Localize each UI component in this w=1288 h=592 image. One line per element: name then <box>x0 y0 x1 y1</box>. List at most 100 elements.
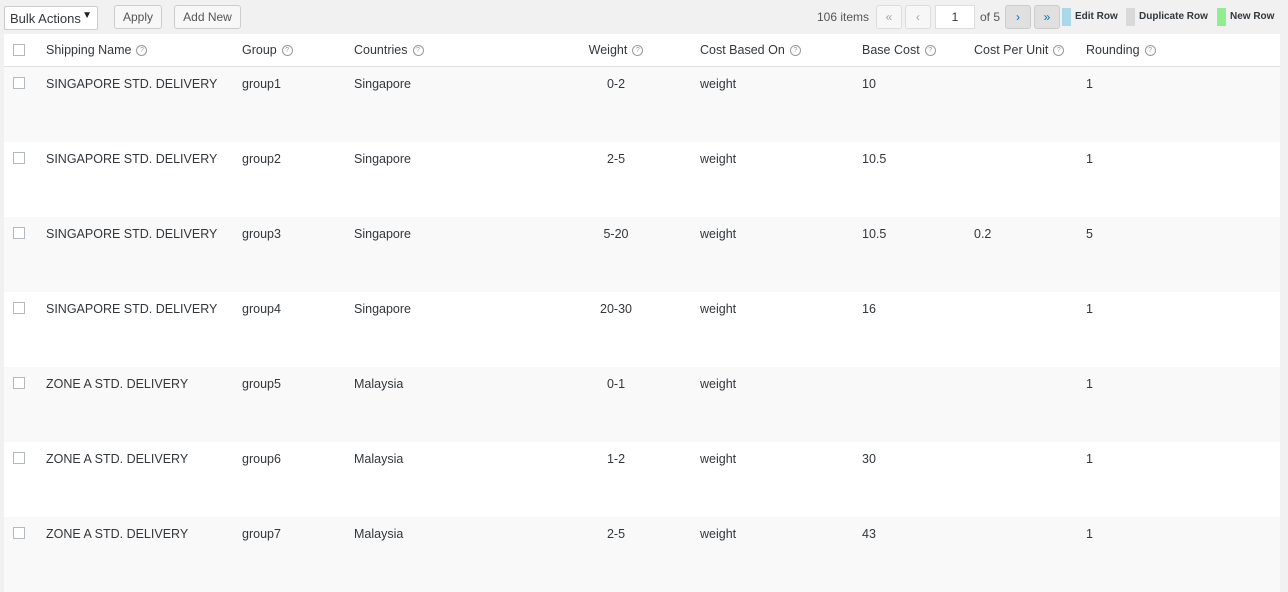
table-row[interactable]: SINGAPORE STD. DELIVERY group3 Singapore… <box>4 216 1280 292</box>
cost-per-unit-cell[interactable] <box>974 441 1086 517</box>
rounding-cell[interactable]: 1 <box>1086 141 1280 217</box>
cost-based-on-cell[interactable]: weight <box>700 516 862 592</box>
help-icon[interactable]: ? <box>632 44 644 56</box>
row-checkbox[interactable] <box>13 226 25 239</box>
countries-cell[interactable]: Singapore <box>354 66 532 142</box>
group-cell[interactable]: group3 <box>242 216 354 292</box>
group-cell[interactable]: group5 <box>242 366 354 442</box>
total-pages-label: of 5 <box>980 10 1001 24</box>
base-cost-header: Base Cost <box>862 42 920 57</box>
rounding-cell[interactable]: 1 <box>1086 441 1280 517</box>
cost-per-unit-cell[interactable] <box>974 516 1086 592</box>
col-countries[interactable]: Countries? <box>354 34 532 67</box>
rounding-cell[interactable]: 1 <box>1086 366 1280 442</box>
base-cost-cell[interactable]: 30 <box>862 441 974 517</box>
group-cell[interactable]: group6 <box>242 441 354 517</box>
col-cost-per-unit[interactable]: Cost Per Unit? <box>974 34 1086 67</box>
cost-per-unit-cell[interactable]: 0.2 <box>974 216 1086 292</box>
cost-per-unit-cell[interactable] <box>974 141 1086 217</box>
col-group[interactable]: Group? <box>242 34 354 67</box>
table-row[interactable]: SINGAPORE STD. DELIVERY group4 Singapore… <box>4 291 1280 367</box>
help-icon[interactable]: ? <box>1144 44 1156 56</box>
rounding-cell[interactable]: 1 <box>1086 291 1280 367</box>
row-checkbox[interactable] <box>13 451 25 464</box>
shipping-name-cell[interactable]: SINGAPORE STD. DELIVERY <box>46 216 242 292</box>
first-page-button[interactable]: « <box>876 5 902 29</box>
weight-cell[interactable]: 0-1 <box>532 366 700 442</box>
cost-per-unit-cell[interactable] <box>974 66 1086 142</box>
table-row[interactable]: ZONE A STD. DELIVERY group5 Malaysia 0-1… <box>4 366 1280 442</box>
shipping-name-cell[interactable]: ZONE A STD. DELIVERY <box>46 516 242 592</box>
table-row[interactable]: SINGAPORE STD. DELIVERY group1 Singapore… <box>4 66 1280 142</box>
help-icon[interactable]: ? <box>281 44 293 56</box>
countries-cell[interactable]: Singapore <box>354 291 532 367</box>
weight-cell[interactable]: 0-2 <box>532 66 700 142</box>
cost-based-on-cell[interactable]: weight <box>700 141 862 217</box>
countries-cell[interactable]: Malaysia <box>354 516 532 592</box>
help-icon[interactable]: ? <box>924 44 936 56</box>
select-all-cell <box>4 34 46 67</box>
weight-cell[interactable]: 20-30 <box>532 291 700 367</box>
col-cost-based-on[interactable]: Cost Based On? <box>700 34 862 67</box>
row-checkbox-cell <box>4 366 46 442</box>
base-cost-cell[interactable]: 16 <box>862 291 974 367</box>
base-cost-cell[interactable]: 10 <box>862 66 974 142</box>
cost-per-unit-cell[interactable] <box>974 291 1086 367</box>
prev-page-button[interactable]: ‹ <box>905 5 931 29</box>
row-checkbox[interactable] <box>13 151 25 164</box>
weight-cell[interactable]: 5-20 <box>532 216 700 292</box>
table-row[interactable]: ZONE A STD. DELIVERY group6 Malaysia 1-2… <box>4 441 1280 517</box>
help-icon[interactable]: ? <box>1053 44 1065 56</box>
select-all-checkbox[interactable] <box>13 44 25 56</box>
shipping-name-cell[interactable]: SINGAPORE STD. DELIVERY <box>46 291 242 367</box>
cost-per-unit-cell[interactable] <box>974 366 1086 442</box>
countries-cell[interactable]: Singapore <box>354 141 532 217</box>
bulk-actions-select[interactable]: Bulk Actions ▼ <box>4 6 98 30</box>
rounding-cell[interactable]: 1 <box>1086 516 1280 592</box>
row-checkbox[interactable] <box>13 77 25 89</box>
countries-cell[interactable]: Singapore <box>354 216 532 292</box>
shipping-name-cell[interactable]: SINGAPORE STD. DELIVERY <box>46 141 242 217</box>
table-row[interactable]: SINGAPORE STD. DELIVERY group2 Singapore… <box>4 141 1280 217</box>
row-checkbox[interactable] <box>13 301 25 314</box>
rounding-cell[interactable]: 1 <box>1086 66 1280 142</box>
col-rounding[interactable]: Rounding? <box>1086 34 1280 67</box>
countries-cell[interactable]: Malaysia <box>354 366 532 442</box>
cost-based-on-cell[interactable]: weight <box>700 66 862 142</box>
cost-based-on-cell[interactable]: weight <box>700 216 862 292</box>
duplicate-row-swatch <box>1126 8 1135 26</box>
group-cell[interactable]: group1 <box>242 66 354 142</box>
group-cell[interactable]: group7 <box>242 516 354 592</box>
help-icon[interactable]: ? <box>136 44 148 56</box>
help-icon[interactable]: ? <box>412 44 424 56</box>
next-page-button[interactable]: › <box>1005 5 1031 29</box>
cost-based-on-cell[interactable]: weight <box>700 291 862 367</box>
last-page-button[interactable]: » <box>1034 5 1060 29</box>
weight-cell[interactable]: 2-5 <box>532 141 700 217</box>
add-new-button[interactable]: Add New <box>174 5 241 29</box>
group-cell[interactable]: group4 <box>242 291 354 367</box>
countries-cell[interactable]: Malaysia <box>354 441 532 517</box>
table-row[interactable]: ZONE A STD. DELIVERY group7 Malaysia 2-5… <box>4 516 1280 592</box>
current-page-input[interactable]: 1 <box>935 5 975 29</box>
row-checkbox[interactable] <box>13 376 25 389</box>
weight-cell[interactable]: 2-5 <box>532 516 700 592</box>
base-cost-cell[interactable]: 43 <box>862 516 974 592</box>
col-base-cost[interactable]: Base Cost? <box>862 34 974 67</box>
cost-based-on-cell[interactable]: weight <box>700 441 862 517</box>
base-cost-cell[interactable]: 10.5 <box>862 141 974 217</box>
base-cost-cell[interactable] <box>862 366 974 442</box>
weight-cell[interactable]: 1-2 <box>532 441 700 517</box>
row-checkbox[interactable] <box>13 526 25 539</box>
help-icon[interactable]: ? <box>789 44 801 56</box>
rounding-cell[interactable]: 5 <box>1086 216 1280 292</box>
group-cell[interactable]: group2 <box>242 141 354 217</box>
col-shipping-name[interactable]: Shipping Name? <box>46 34 242 67</box>
shipping-name-cell[interactable]: ZONE A STD. DELIVERY <box>46 366 242 442</box>
apply-button[interactable]: Apply <box>114 5 162 29</box>
cost-based-on-cell[interactable]: weight <box>700 366 862 442</box>
shipping-name-cell[interactable]: ZONE A STD. DELIVERY <box>46 441 242 517</box>
base-cost-cell[interactable]: 10.5 <box>862 216 974 292</box>
shipping-name-cell[interactable]: SINGAPORE STD. DELIVERY <box>46 66 242 142</box>
col-weight[interactable]: Weight? <box>532 34 700 67</box>
